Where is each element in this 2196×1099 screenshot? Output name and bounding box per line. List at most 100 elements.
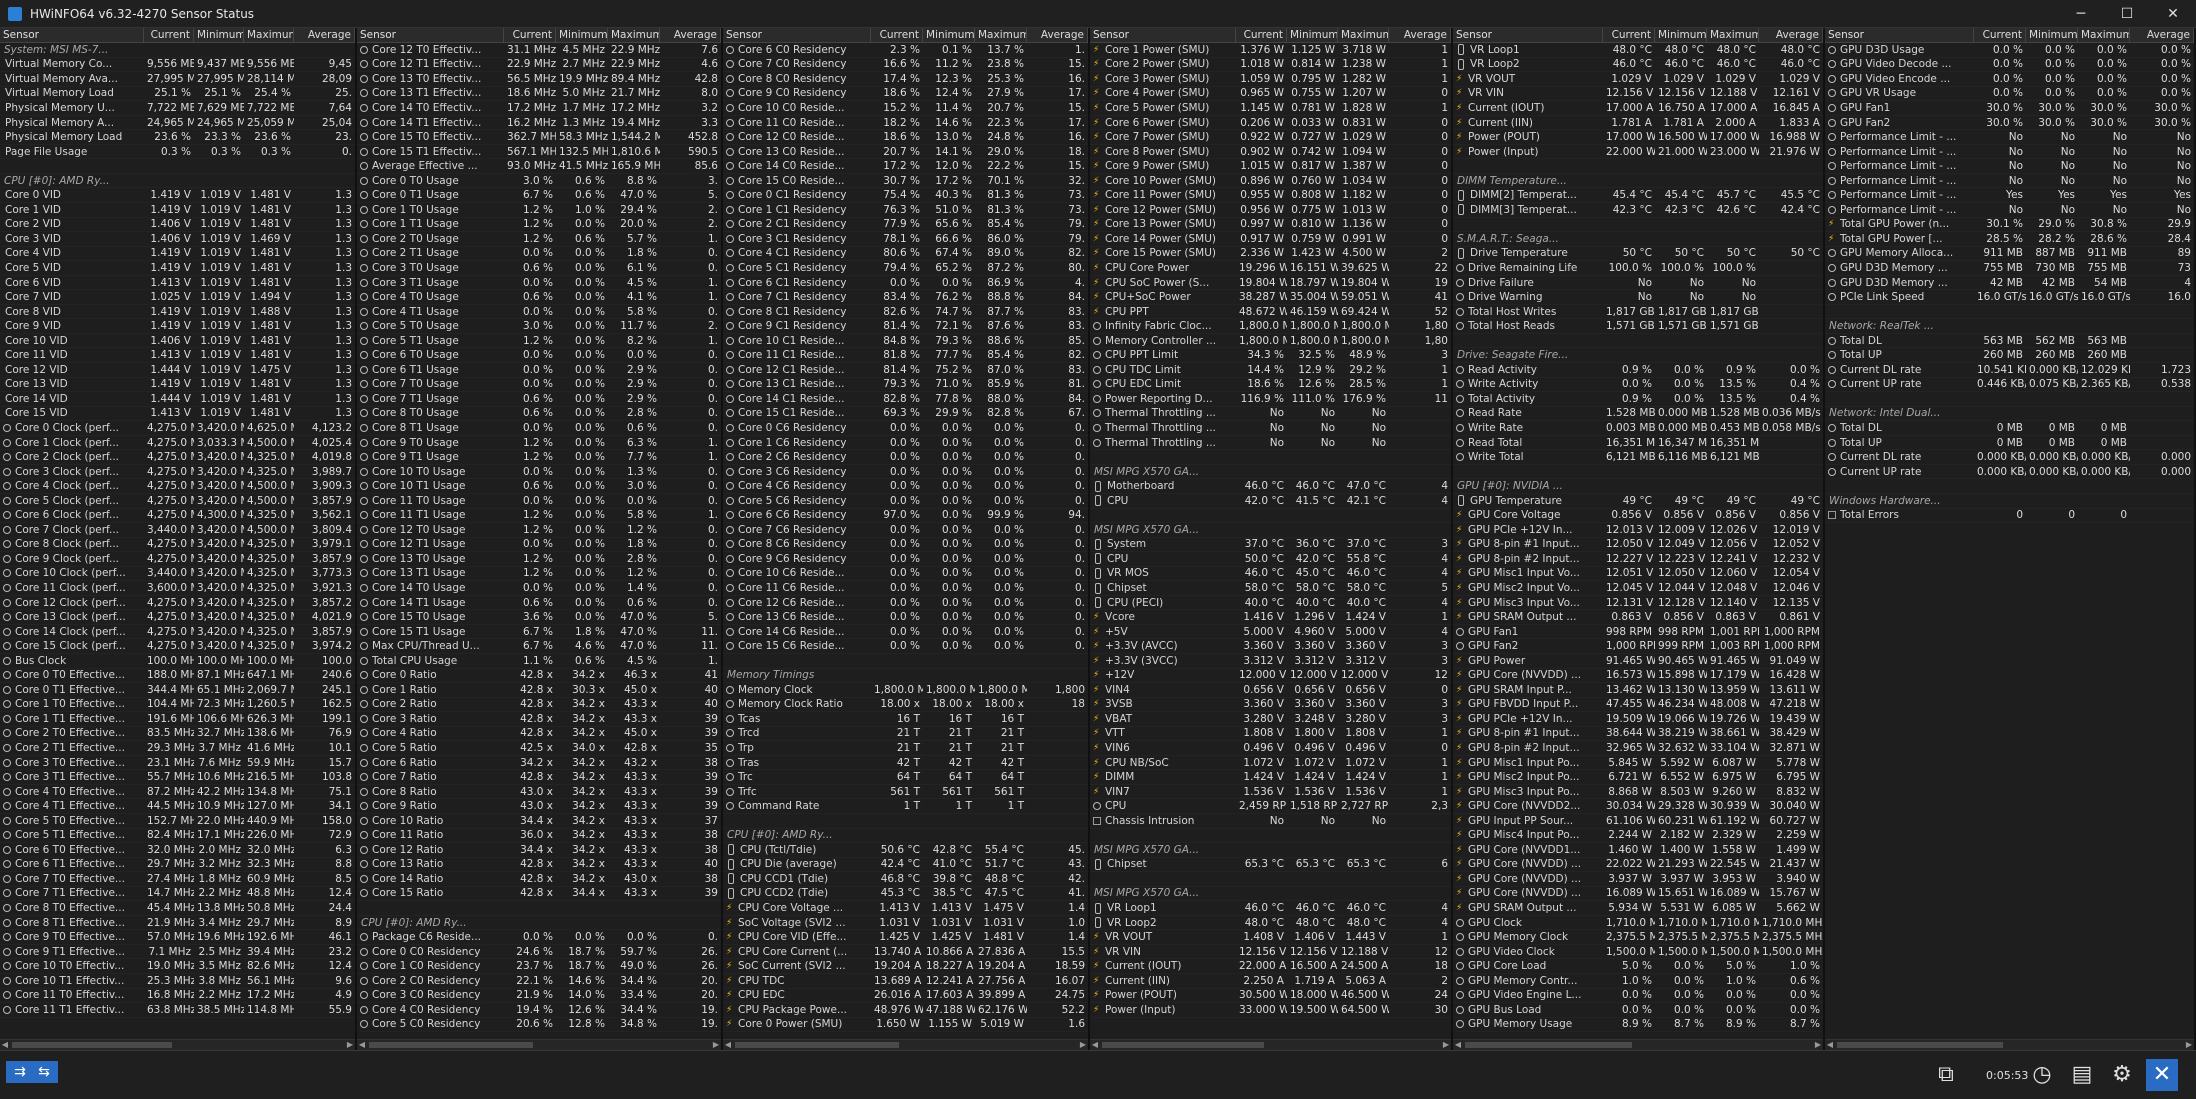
sensor-row[interactable]: Current UP rate0.000 KB/s0.000 KB/s0.000… (1825, 465, 2194, 480)
sensor-row[interactable]: ⚡ GPU Misc4 Input Po... 2.244 W 2.182 W 2.32… (1453, 829, 1823, 844)
column-header-sensor[interactable]: Sensor (1825, 28, 1974, 42)
sensor-row[interactable]: ⚡ CPU Core Power 19.296 W 16.151 W 39.625 W2… (1090, 261, 1451, 276)
sensor-row[interactable]: ⚡ +5V 5.000 V 4.960 V 5.000 V4 (1090, 625, 1451, 640)
sensor-row[interactable]: Drive Failure No No No (1453, 276, 1823, 291)
sensor-row[interactable]: Page File Usage 0.3 % 0.3 % 0.3 % 0. (0, 145, 355, 160)
sensor-row[interactable]: GPU Fan1998 RPM998 RPM1,001 RPM1,000 RPM (1453, 625, 1823, 640)
sensor-row[interactable]: VR MOS 46.0 °C 45.0 °C 46.0 °C 4 (1090, 567, 1451, 582)
sensor-row[interactable]: Performance Limit - ... No No No No (1825, 130, 2194, 145)
column-header-maximum[interactable]: Maximum (2078, 28, 2130, 42)
sensor-row[interactable]: Total CPU Usage 1.1 % 0.6 % 4.5 % 1. (357, 654, 721, 669)
sensor-row[interactable] (723, 814, 1088, 829)
sensor-row[interactable]: Virtual Memory Co... 9,556 MB 9,437 MB 9,55… (0, 58, 355, 73)
sensor-row[interactable]: CPU TDC Limit 14.4 % 12.9 % 29.2 % 1 (1090, 363, 1451, 378)
sensor-row[interactable]: GPU Memory Contr... 1.0 % 0.0 % 1.0 % 0.6 % (1453, 974, 1823, 989)
sensor-row[interactable]: Core 8 VID 1.419 V 1.019 V 1.488 V 1.3 (0, 305, 355, 320)
sensor-row[interactable]: Core 8 T0 Usage 0.6 % 0.0 % 2.8 % 0. (357, 407, 721, 422)
column-header-minimum[interactable]: Minimum (923, 28, 975, 42)
scroll-right-icon[interactable]: ▶ (711, 1040, 721, 1050)
sensor-row[interactable]: CPU CCD2 (Tdie) 45.3 °C 38.5 °C 47.5 °C 41. (723, 887, 1088, 902)
sensor-row[interactable]: DIMM[2] Temperat... 45.4 °C 45.4 °C 45.7 °C… (1453, 188, 1823, 204)
sensor-row[interactable] (1453, 218, 1823, 233)
sensor-group-header[interactable]: MSI MPG X570 GA... (1090, 465, 1451, 480)
sensor-row[interactable]: Core 4 VID 1.419 V 1.019 V 1.481 V 1.3 (0, 247, 355, 262)
sensor-row[interactable]: ⚡ GPU Misc3 Input Vo... 12.131 V 12.128 V 12… (1453, 596, 1823, 611)
sensor-row[interactable] (357, 901, 721, 916)
sensor-row[interactable]: Core 11 Clock (perf...3,600.0 MHz3,420.0… (0, 581, 355, 596)
sensor-row[interactable]: Write Activity 0.0 % 0.0 % 13.5 % 0.4 % (1453, 378, 1823, 393)
sensor-row[interactable]: ⚡ +3.3V (3VCC) 3.312 V 3.312 V 3.312 V3 (1090, 654, 1451, 669)
sensor-row[interactable]: ⚡ GPU Core (NVVDD1... 1.460 W 1.400 W 1.558 … (1453, 843, 1823, 858)
sensor-row[interactable]: Core 9 C0 Residency 18.6 % 12.4 % 27.9 % 17. (723, 87, 1088, 102)
sensor-row[interactable]: ⚡ GPU Input PP Sour... 61.106 W 60.231 W 61.… (1453, 814, 1823, 829)
sensor-row[interactable]: Core 14 T1 Usage 0.6 % 0.0 % 0.6 % 0. (357, 596, 721, 611)
sensor-row[interactable]: Power Reporting D... 116.9 % 111.0 % 176.9 … (1090, 392, 1451, 407)
column-header-current[interactable]: Current (1603, 28, 1655, 42)
sensor-row[interactable]: Core 12 T0 Usage 1.2 % 0.0 % 1.2 % 0. (357, 523, 721, 538)
sensor-row[interactable] (0, 159, 355, 174)
sensor-row[interactable]: Core 8 Clock (perf...4,275.0 MHz3,420.0 … (0, 538, 355, 553)
column-header-maximum[interactable]: Maximum (244, 28, 294, 42)
sensor-row[interactable]: Core 3 C0 Residency 21.9 % 14.0 % 33.4 % 20. (357, 989, 721, 1004)
sensor-row[interactable]: Core 15 Clock (perf...4,275.0 MHz3,420.0… (0, 639, 355, 654)
sensor-row[interactable]: Current UP rate0.446 KB/s0.075 KB/s2.365… (1825, 378, 2194, 393)
sensor-row[interactable]: Core 8 T1 Effective... 21.9 MHz 3.4 MHz 29.… (0, 916, 355, 931)
sensor-row[interactable]: Core 11 T1 Effectiv... 63.8 MHz 38.5 MHz 11… (0, 1003, 355, 1018)
sensor-row[interactable]: Core 6 C1 Residency 0.0 % 0.0 % 86.9 % 4. (723, 276, 1088, 291)
sensor-row[interactable]: ⚡ GPU SRAM Input P... 13.462 W 13.130 W 13.9… (1453, 683, 1823, 698)
sensor-row[interactable]: Trc 64 T 64 T 64 T (723, 770, 1088, 785)
sensor-row[interactable]: Core 6 T1 Usage 0.0 % 0.0 % 2.9 % 0. (357, 363, 721, 378)
sensor-row[interactable]: Core 9 Clock (perf...4,275.0 MHz3,420.0 … (0, 552, 355, 567)
sensor-row[interactable]: Core 5 C6 Residency 0.0 % 0.0 % 0.0 % 0. (723, 494, 1088, 509)
sensor-row[interactable]: Core 0 C1 Residency 75.4 % 40.3 % 81.3 % 73. (723, 188, 1088, 204)
sensor-row[interactable]: Core 9 T1 Usage 1.2 % 0.0 % 7.7 % 1. (357, 450, 721, 465)
sensor-row[interactable]: ⚡ VR VIN 12.156 V 12.156 V 12.188 V 12.161 V (1453, 87, 1823, 102)
sensor-row[interactable]: CPU2,459 RPM1,518 RPM2,727 RPM2,3 (1090, 799, 1451, 814)
scroll-left-icon[interactable]: ◀ (0, 1040, 10, 1050)
sensor-row[interactable]: Core 6 T0 Usage 0.0 % 0.0 % 0.0 % 0. (357, 348, 721, 364)
sensor-row[interactable]: ⚡ Core 11 Power (SMU) 0.955 W 0.808 W 1.182 … (1090, 188, 1451, 204)
sensor-row[interactable]: Total Host Writes 1,817 GB 1,817 GB 1,817 G… (1453, 305, 1823, 320)
sensor-row[interactable] (1453, 159, 1823, 174)
sensor-row[interactable]: Core 1 C0 Residency 23.7 % 18.7 % 49.0 % 26. (357, 959, 721, 974)
sensor-row[interactable]: Core 12 T1 Usage 0.0 % 0.0 % 1.8 % 0. (357, 538, 721, 553)
column-header-sensor[interactable]: Sensor (0, 28, 144, 42)
sensor-row[interactable]: Tcas 16 T 16 T 16 T (723, 712, 1088, 727)
sensor-row[interactable]: Core 4 Ratio 42.8 x 34.2 x 45.0 x 39 (357, 727, 721, 742)
sensor-row[interactable]: Core 12 C6 Reside... 0.0 % 0.0 % 0.0 % 0. (723, 596, 1088, 611)
sensor-row[interactable]: Core 12 T0 Effectiv... 31.1 MHz 4.5 MHz 22.… (357, 43, 721, 58)
sensor-row[interactable]: Core 10 Ratio 34.4 x 34.2 x 43.3 x 37 (357, 814, 721, 829)
sensor-row[interactable]: Core 5 T0 Usage 3.0 % 0.0 % 11.7 % 2. (357, 319, 721, 334)
sensor-row[interactable]: Trcd 21 T 21 T 21 T (723, 727, 1088, 742)
sensor-row[interactable]: Core 2 C0 Residency 22.1 % 14.6 % 34.4 % 20. (357, 974, 721, 989)
column-header-average[interactable]: Average (1389, 28, 1451, 42)
report-icon[interactable]: ▤ (2066, 1059, 2098, 1091)
sensor-row[interactable]: Core 4 T1 Usage 0.0 % 0.0 % 5.8 % 0. (357, 305, 721, 320)
sensor-row[interactable]: Core 13 C0 Reside... 20.7 % 14.1 % 29.0 % 18… (723, 145, 1088, 160)
sensor-row[interactable]: Core 13 T0 Effectiv... 56.5 MHz 19.9 MHz 89… (357, 72, 721, 87)
clock-icon[interactable]: ◷ (2026, 1059, 2058, 1091)
sensor-row[interactable]: Core 4 T1 Effective... 44.5 MHz 10.9 MHz 12… (0, 799, 355, 814)
sensor-row[interactable]: Core 14 C1 Reside... 82.8 % 77.8 % 88.0 % 84… (723, 392, 1088, 407)
sensor-row[interactable]: Trp 21 T 21 T 21 T (723, 741, 1088, 756)
sensor-row[interactable]: ⚡ Core 9 Power (SMU) 1.015 W 0.817 W 1.387 W… (1090, 159, 1451, 174)
sensor-row[interactable]: Core 2 T0 Usage 1.2 % 0.6 % 5.7 % 1. (357, 232, 721, 247)
sensor-row[interactable]: Core 4 Clock (perf...4,275.0 MHz3,420.0 … (0, 479, 355, 494)
sensor-row[interactable]: ⚡ CPU Package Powe... 48.976 W 47.188 W 62.1… (723, 1003, 1088, 1018)
sensor-row[interactable]: ⚡ Core 2 Power (SMU) 1.018 W 0.814 W 1.238 W… (1090, 58, 1451, 73)
sensor-row[interactable]: Chassis Intrusion No No No (1090, 814, 1451, 829)
column-header-minimum[interactable]: Minimum (2026, 28, 2078, 42)
sensor-row[interactable]: Core 1 T1 Effective...191.6 MHz106.6 MHz… (0, 712, 355, 727)
sensor-row[interactable]: Core 2 C6 Residency 0.0 % 0.0 % 0.0 % 0. (723, 450, 1088, 465)
sensor-group-header[interactable]: Network: RealTek ... (1825, 319, 2194, 334)
column-header-sensor[interactable]: Sensor (357, 28, 504, 42)
sensor-row[interactable]: Core 10 T1 Usage 0.6 % 0.0 % 3.0 % 0. (357, 479, 721, 494)
sensor-row[interactable]: Thermal Throttling ... No No No (1090, 421, 1451, 436)
sensor-row[interactable] (1825, 305, 2194, 320)
sensor-row[interactable] (723, 654, 1088, 669)
sensor-row[interactable] (1825, 479, 2194, 494)
column-header-minimum[interactable]: Minimum (556, 28, 608, 42)
sensor-row[interactable]: Command Rate 1 T1 T1 T (723, 799, 1088, 814)
sensor-row[interactable]: Current DL rate0.000 KB/s0.000 KB/s0.000… (1825, 450, 2194, 465)
sensor-row[interactable]: GPU Memory Alloca... 911 MB 887 MB 911 MB 89 (1825, 247, 2194, 262)
